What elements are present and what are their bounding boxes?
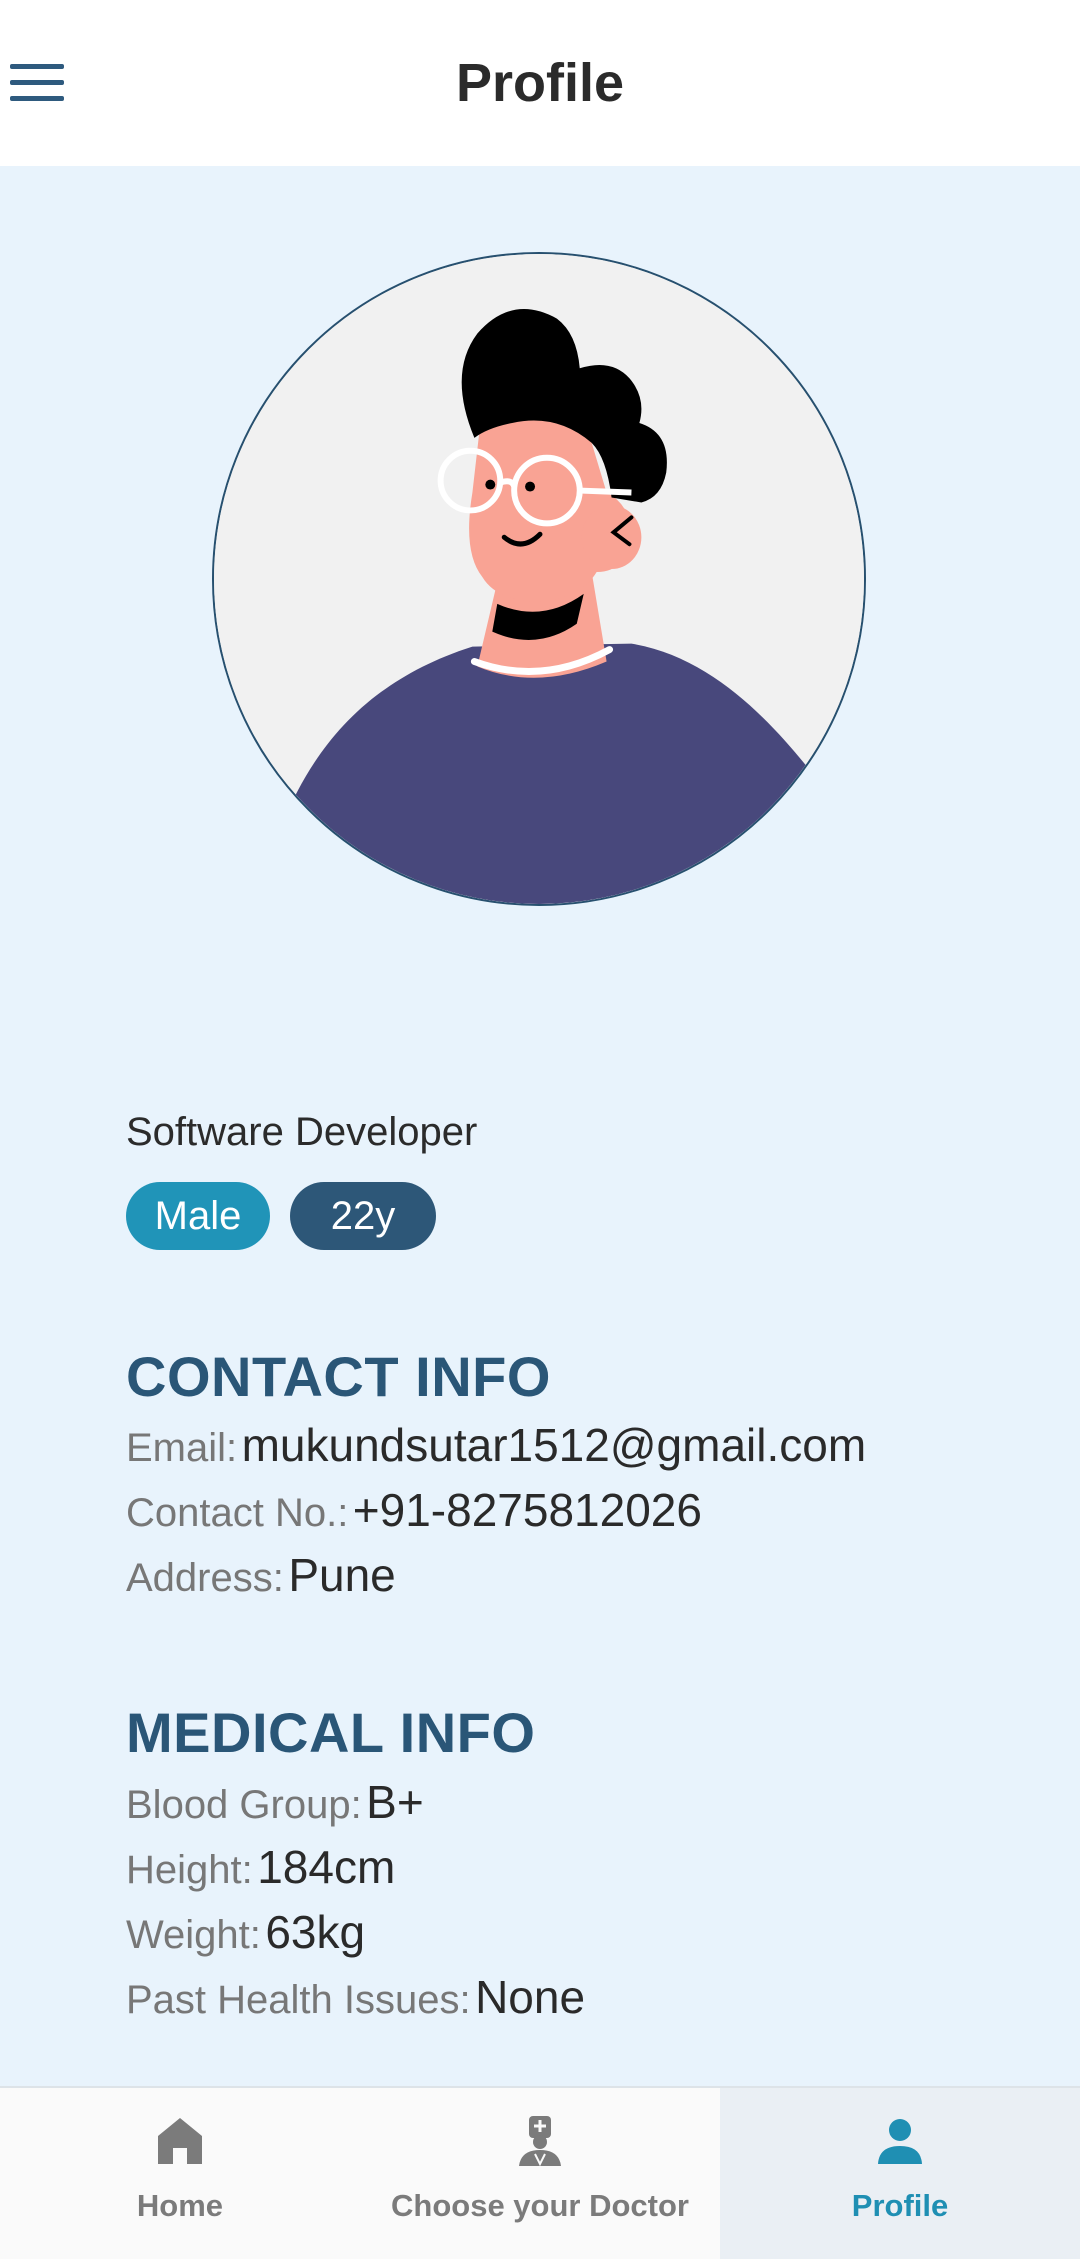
email-value: mukundsutar1512@gmail.com xyxy=(241,1419,867,1471)
medical-info-heading: MEDICAL INFO xyxy=(126,1701,536,1764)
address-row: Address: Pune xyxy=(126,1548,396,1602)
age-badge: 22y xyxy=(290,1182,436,1250)
email-row: Email: mukundsutar1512@gmail.com xyxy=(126,1418,866,1472)
profile-avatar xyxy=(212,252,866,906)
page-title: Profile xyxy=(455,53,625,113)
occupation-text: Software Developer xyxy=(126,1110,478,1154)
blood-group-row: Blood Group: B+ xyxy=(126,1775,424,1829)
nav-choose-doctor[interactable]: Choose your Doctor xyxy=(360,2088,720,2259)
contact-number-row: Contact No.: +91-8275812026 xyxy=(126,1483,702,1537)
past-health-issues-label: Past Health Issues: xyxy=(126,1978,471,2022)
nav-home-label: Home xyxy=(136,2188,224,2223)
nav-profile[interactable]: Profile xyxy=(720,2088,1080,2259)
height-row: Height: 184cm xyxy=(126,1840,395,1894)
contact-info-heading: CONTACT INFO xyxy=(126,1345,551,1408)
app-header: Profile xyxy=(0,0,1080,166)
person-icon xyxy=(878,2119,922,2164)
email-label: Email: xyxy=(126,1426,238,1470)
doctor-icon xyxy=(519,2116,561,2167)
blood-group-value: B+ xyxy=(366,1776,424,1828)
past-health-issues-value: None xyxy=(475,1971,586,2023)
nav-home[interactable]: Home xyxy=(0,2088,360,2259)
past-health-issues-row: Past Health Issues: None xyxy=(126,1970,585,2024)
contact-number-label: Contact No.: xyxy=(126,1491,349,1535)
blood-group-label: Blood Group: xyxy=(126,1783,362,1827)
contact-number-value: +91-8275812026 xyxy=(352,1484,702,1536)
nav-choose-doctor-label: Choose your Doctor xyxy=(391,2188,689,2223)
weight-label: Weight: xyxy=(126,1913,261,1957)
address-value: Pune xyxy=(288,1549,396,1601)
height-value: 184cm xyxy=(257,1841,396,1893)
weight-value: 63kg xyxy=(265,1906,366,1958)
home-icon xyxy=(158,2118,202,2164)
nav-profile-label: Profile xyxy=(851,2188,949,2223)
avatar-illustration xyxy=(214,254,864,904)
bottom-navigation: Home Choose your Doctor Profile xyxy=(0,2086,1080,2259)
gender-badge: Male xyxy=(126,1182,270,1250)
height-label: Height: xyxy=(126,1848,253,1892)
address-label: Address: xyxy=(126,1556,284,1600)
weight-row: Weight: 63kg xyxy=(126,1905,365,1959)
